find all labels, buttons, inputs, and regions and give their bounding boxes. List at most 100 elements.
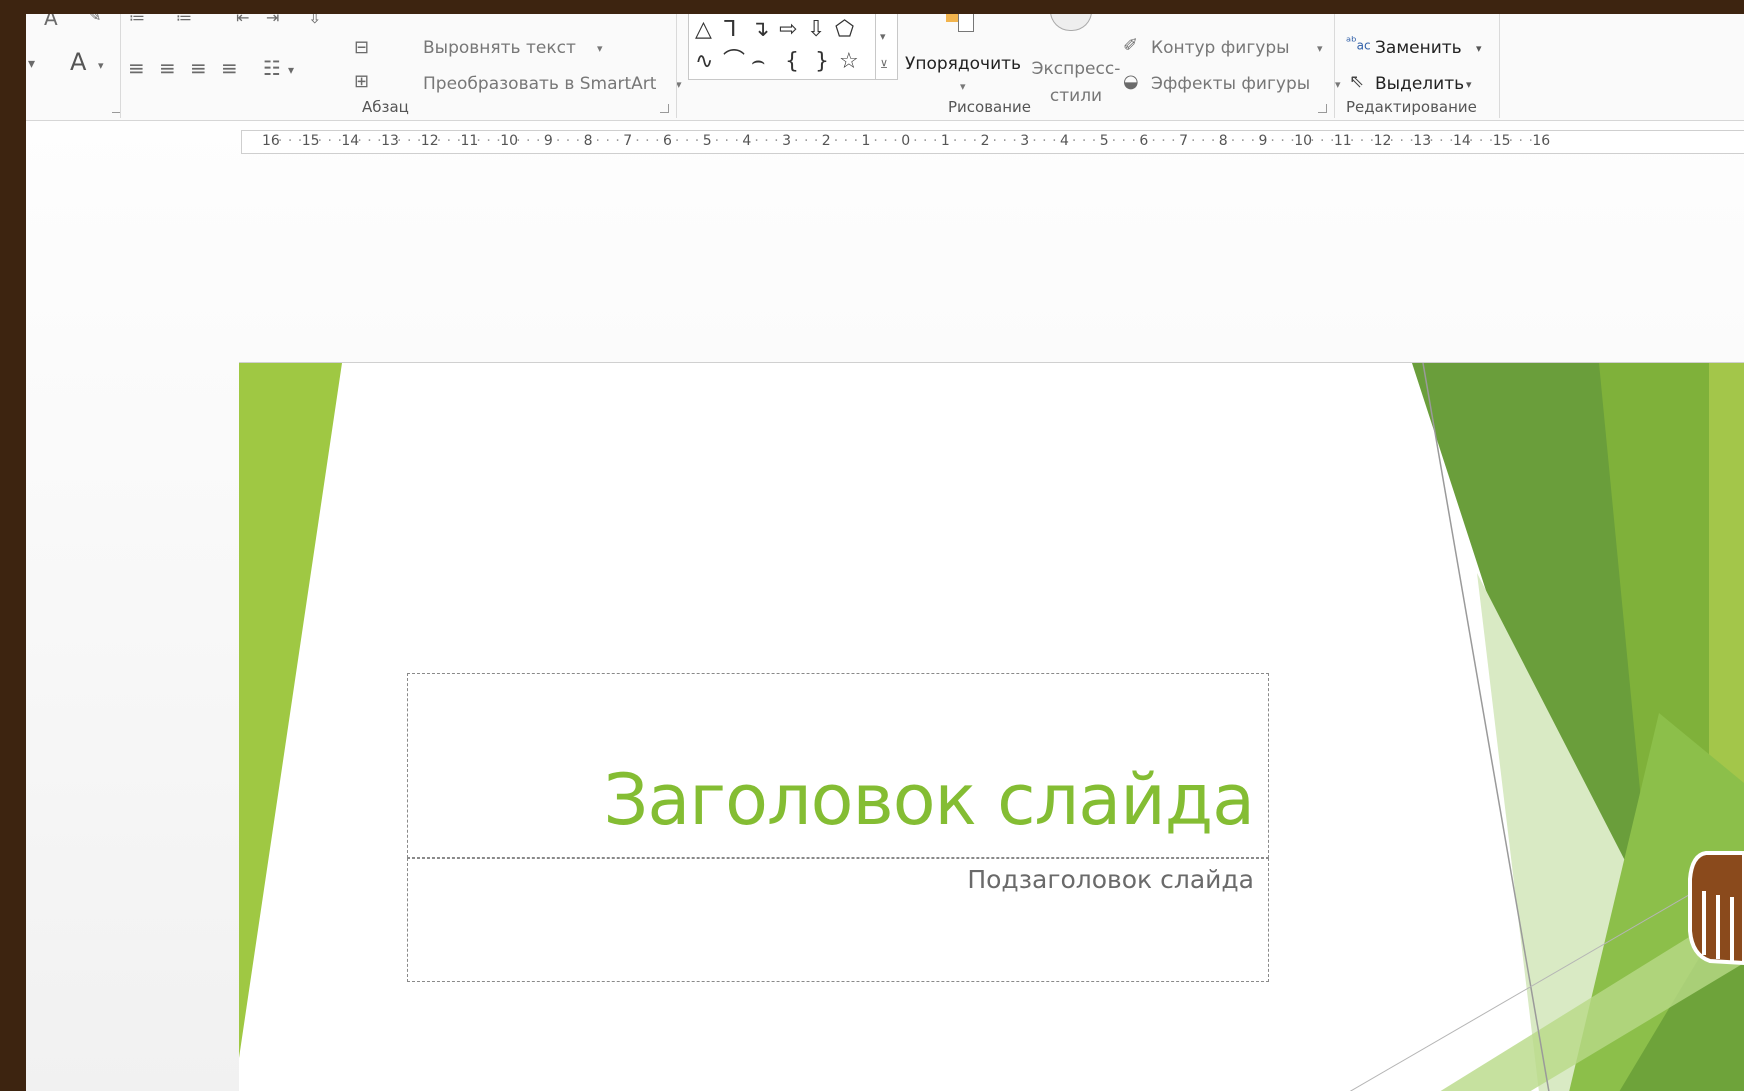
right-brace-icon[interactable]: } [815,51,829,73]
editing-group-label: Редактирование [1346,98,1477,116]
ruler-tick-mark: · [724,133,729,149]
ruler-tick-mark: · [1002,133,1007,149]
right-arrow-shape-icon[interactable]: ⇨ [779,19,797,41]
gallery-more-icon[interactable]: ⊻ [880,59,888,70]
ruler-tick-mark: · [764,133,769,149]
dropdown-arrow-icon[interactable]: ▾ [28,54,35,74]
shape-outline-button[interactable]: Контур фигуры [1151,38,1290,58]
effects-dropdown-icon[interactable]: ▾ [1335,78,1341,91]
subtitle-placeholder[interactable]: Подзаголовок слайда [407,858,1269,982]
ruler-tick-mark: · [1131,133,1136,149]
ruler-tick-mark: · [406,133,412,149]
ruler-tick-mark: · [833,133,839,149]
ruler-tick-mark: · [1240,133,1246,149]
ruler-tick-mark: · [1439,133,1444,149]
pentagon-shape-icon[interactable]: ⬠ [835,19,854,41]
align-text-dropdown-icon[interactable]: ▾ [597,42,603,55]
outdent-icon[interactable]: ⇥ [266,14,279,28]
select-cursor-icon[interactable]: ⇖ [1349,72,1364,92]
ruler-tick-mark: · [287,133,293,149]
ruler-tick-mark: · [516,133,521,149]
ruler-tick-mark: · [794,133,799,149]
curve-icon[interactable]: ⌢ [751,51,765,73]
ruler-tick-mark: · [446,133,452,149]
ruler-tick-mark: · [1270,133,1275,149]
align-text-button[interactable]: Выровнять текст [423,38,576,58]
ruler-tick-mark: · [684,133,690,149]
star-shape-icon[interactable]: ☆ [839,51,859,73]
arrange-dropdown-icon[interactable]: ▾ [960,80,966,93]
slide-subtitle[interactable]: Подзаголовок слайда [967,865,1254,894]
ruler-tick-mark: · [992,133,997,149]
replace-icon[interactable]: ᵃᵇac [1346,36,1371,53]
ruler-tick-mark: · [734,133,739,149]
ruler-tick-label: 3 [1020,133,1030,149]
ruler-tick-label: 4 [1060,133,1069,149]
quick-styles-icon[interactable] [1050,14,1092,31]
ruler-tick-mark: · [1012,133,1017,149]
columns-icon[interactable]: ☷ [263,58,281,78]
paragraph-dialog-launcher-icon[interactable] [660,104,669,113]
slide-canvas[interactable]: Заголовок слайда Подзаголовок слайда [239,362,1744,1091]
columns-dropdown-icon[interactable]: ▾ [288,60,294,80]
font-size-icon[interactable]: A [44,14,58,28]
ruler-tick-mark: · [555,133,561,149]
triangle-shape-icon[interactable]: △ [695,19,712,41]
gallery-up-icon[interactable]: ▾ [880,31,886,42]
ruler-tick-mark: · [913,133,918,149]
shape-effects-button[interactable]: Эффекты фигуры [1151,74,1310,94]
down-arrow-shape-icon[interactable]: ⇩ [807,19,825,41]
ruler-tick-mark: · [367,133,372,149]
ruler-tick-mark: · [1389,133,1394,149]
convert-smartart-button[interactable]: Преобразовать в SmartArt [423,74,656,94]
replace-dropdown-icon[interactable]: ▾ [1476,42,1482,55]
font-color-icon[interactable]: A [70,50,86,74]
ruler-tick-mark: · [1052,133,1057,149]
numbering-icon[interactable]: ≔ [176,14,192,28]
text-direction-icon[interactable]: ⇩ [308,14,321,28]
left-brace-icon[interactable]: { [785,51,799,73]
ruler-tick-mark: · [605,133,610,149]
ruler-tick-mark: · [357,133,362,149]
group-separator [1334,14,1335,118]
align-left-icon[interactable]: ≡ [128,58,145,78]
ruler-tick-mark: · [1250,133,1256,149]
title-placeholder[interactable]: Заголовок слайда [407,673,1269,858]
ruler-tick-mark: · [923,133,928,149]
gallery-scroll[interactable]: ▾ ⊻ [875,14,897,79]
center-icon[interactable]: ≡ [159,58,176,78]
drawing-dialog-launcher-icon[interactable] [1318,104,1327,113]
align-text-icon[interactable]: ⊟ [354,38,369,58]
elbow-connector-icon[interactable]: ᒣ [723,19,736,41]
slide-title[interactable]: Заголовок слайда [604,759,1255,841]
outline-dropdown-icon[interactable]: ▾ [1317,42,1323,55]
clear-format-icon[interactable]: ✎ [88,14,101,26]
ruler-tick-mark: · [327,133,332,149]
replace-button[interactable]: Заменить [1375,38,1462,58]
ruler-tick-mark: · [1468,133,1474,149]
ruler-tick-mark: · [883,133,888,149]
ruler-tick-mark: · [843,133,849,149]
arrange-button[interactable]: Упорядочить [905,54,1021,74]
arrange-icon[interactable] [946,14,958,22]
freeform-icon[interactable]: ∿ [695,51,713,73]
ruler-tick-label: 6 [663,133,672,149]
elbow-arrow-icon[interactable]: ↴ [751,19,769,41]
effects-icon[interactable]: ◒ [1123,72,1139,92]
select-dropdown-icon[interactable]: ▾ [1466,78,1472,91]
smartart-icon[interactable]: ⊞ [354,72,369,92]
font-color-dropdown-icon[interactable]: ▾ [98,56,104,76]
select-button[interactable]: Выделить [1375,74,1464,94]
shapes-gallery[interactable]: △ ᒣ ↴ ⇨ ⇩ ⬠ ∿ ⌒ ⌢ { } ☆ ▾ ⊻ [688,14,898,80]
justify-icon[interactable]: ≡ [221,58,238,78]
arc-icon[interactable]: ⌒ [723,51,745,73]
ruler-tick-mark: · [1091,133,1097,149]
bullets-icon[interactable]: ≔ [129,14,145,28]
ruler-tick-label: 7 [1179,133,1189,149]
outline-icon[interactable]: ✐ [1123,36,1138,56]
align-right-icon[interactable]: ≡ [190,58,207,78]
horizontal-ruler[interactable]: 16 · · · 15 · · · 14 · · · 13 · · · 12 · · · 11 · · · 10 · · · 9 · · · 8… [241,130,1744,154]
indent-icon[interactable]: ⇤ [236,14,249,28]
quick-styles-button[interactable]: Экспресс-стили [1026,56,1126,110]
ruler-tick-mark: · [873,133,878,149]
